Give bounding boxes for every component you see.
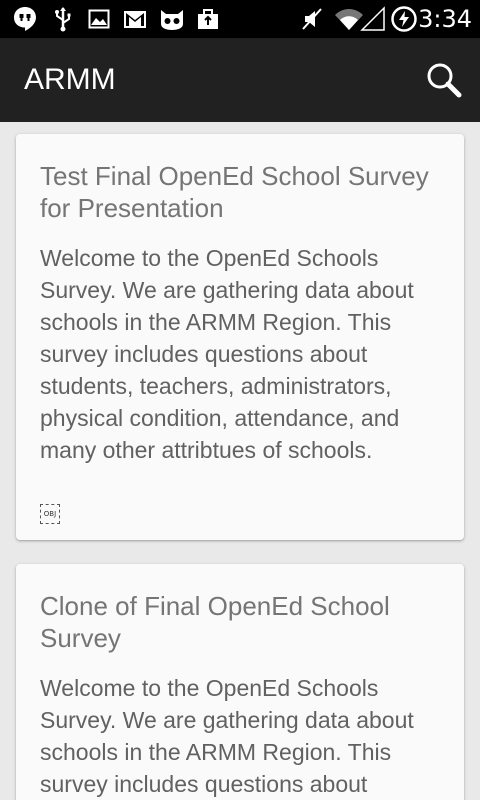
survey-title: Clone of Final OpenEd School Survey [40,591,390,653]
survey-description: Welcome to the OpenEd Schools Survey. We… [40,245,414,463]
survey-description: Welcome to the OpenEd Schools Survey. We… [40,675,414,797]
survey-list: Test Final OpenEd School Survey for Pres… [0,122,480,800]
signal-icon [360,6,385,31]
search-icon [427,63,462,98]
battery-charging-icon [391,6,417,32]
mute-icon [302,8,322,30]
hangouts-icon [14,7,36,31]
gmail-icon [124,11,146,28]
usb-icon [55,7,71,32]
search-button[interactable] [420,56,468,104]
survey-card[interactable]: Test Final OpenEd School Survey for Pres… [16,134,464,540]
status-bar: 3:34 [0,0,480,38]
app-bar: ARMM [0,38,480,122]
image-icon [88,9,110,29]
survey-title: Test Final OpenEd School Survey for Pres… [40,161,429,223]
status-time: 3:34 [418,5,472,33]
cat-icon [161,10,183,30]
briefcase-icon [198,9,218,29]
app-title: ARMM [24,63,116,96]
object-placeholder-icon: OBJ [40,504,60,524]
survey-card[interactable]: Clone of Final OpenEd School Survey Welc… [16,564,464,800]
